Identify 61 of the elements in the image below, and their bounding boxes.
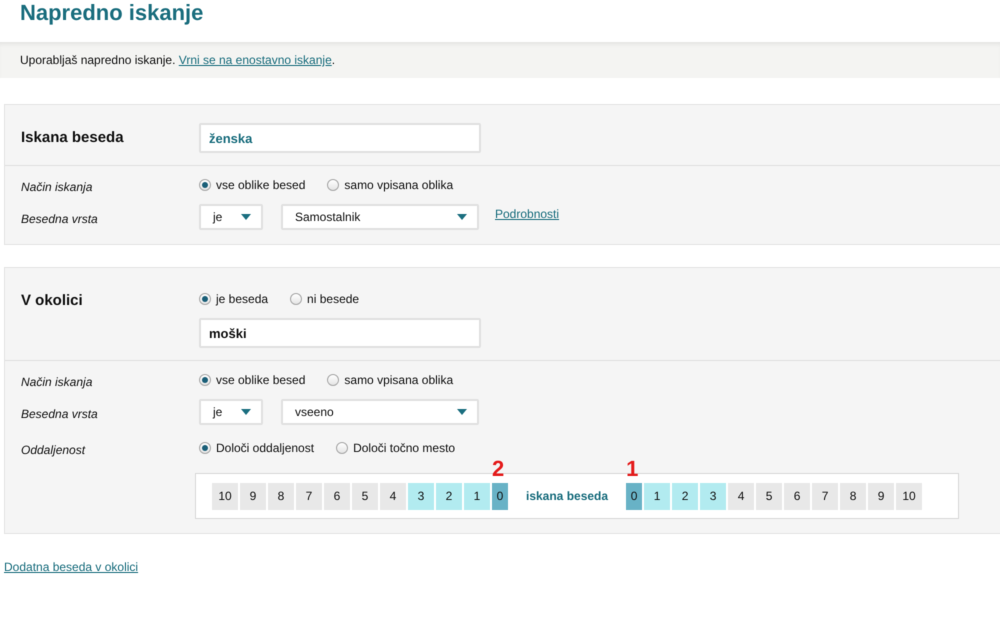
field-label: Besedna vrsta [20,211,99,226]
field-label: Besedna vrsta [20,406,99,421]
distance-cell[interactable]: 3 [408,482,434,510]
page-title: Napredno iskanje [19,0,204,27]
distance-cell[interactable]: 6 [324,482,350,510]
distance-cell[interactable]: 5 [756,482,782,510]
radio-icon[interactable] [327,179,340,191]
field-label: Oddaljenost [20,442,86,457]
distance-cell[interactable]: 1 [464,482,490,510]
distance-cell[interactable]: 1 [644,482,670,510]
distance-cell[interactable]: 7 [296,482,322,510]
simple-search-link[interactable]: Vrni se na enostavno iskanje [178,53,332,67]
distance-cell[interactable]: 4 [380,482,406,510]
field-label: Način iskanja [20,374,94,389]
distance-cell[interactable]: 10 [896,482,922,510]
distance-cell[interactable]: 7 [812,482,838,510]
add-word-link[interactable]: Dodatna beseda v okolici [4,560,138,574]
radio-icon[interactable] [327,374,340,386]
caret-icon [241,409,251,415]
section-heading: Iskana beseda [20,128,125,148]
distance-cell[interactable]: 10 [212,482,238,510]
distance-cell[interactable]: 6 [784,482,810,510]
search-word-label: iskana beseda [526,489,608,503]
dropdown[interactable]: je [199,204,263,230]
distance-cell[interactable]: 8 [840,482,866,510]
search-input-field[interactable]: moški [199,318,481,348]
caret-icon [241,214,251,220]
radio-option[interactable]: vse oblike besed [199,178,306,192]
search-input-field[interactable]: ženska [199,123,481,153]
distance-cell[interactable]: 4 [728,482,754,510]
radio-option[interactable]: je beseda [199,292,268,306]
radio-icon[interactable] [199,374,211,386]
field-label: Način iskanja [20,179,94,194]
radio-option[interactable]: samo vpisana oblika [327,178,454,192]
radio-option[interactable]: Določi oddaljenost [199,441,314,455]
radio-icon[interactable] [336,442,348,454]
radio-icon[interactable] [199,442,211,454]
distance-cell[interactable]: 3 [700,482,726,510]
distance-cell[interactable]: 5 [352,482,378,510]
radio-option[interactable]: vse oblike besed [199,373,306,387]
annotation-number: 1 [626,458,638,480]
dropdown[interactable]: je [199,399,263,425]
distance-cell[interactable]: 2 [672,482,698,510]
radio-icon[interactable] [199,293,211,305]
radio-option[interactable]: Določi točno mesto [336,441,456,455]
distance-cell[interactable]: 9 [868,482,894,510]
section-heading: V okolici [20,291,84,311]
distance-cell[interactable]: 8 [268,482,294,510]
dropdown[interactable]: Samostalnik [281,204,479,230]
notice-text: Uporabljaš napredno iskanje. Vrni se na enostavno iskanje. [20,53,336,67]
caret-icon [457,409,467,415]
distance-cell[interactable]: 9 [240,482,266,510]
dropdown[interactable]: vseeno [281,399,479,425]
annotation-number: 2 [492,458,504,480]
distance-cell[interactable]: 2 [436,482,462,510]
radio-option[interactable]: ni besede [290,292,360,306]
radio-option[interactable]: samo vpisana oblika [327,373,454,387]
radio-icon[interactable] [290,293,302,305]
radio-icon[interactable] [199,179,211,191]
details-link[interactable]: Podrobnosti [495,207,560,221]
caret-icon [457,214,467,220]
